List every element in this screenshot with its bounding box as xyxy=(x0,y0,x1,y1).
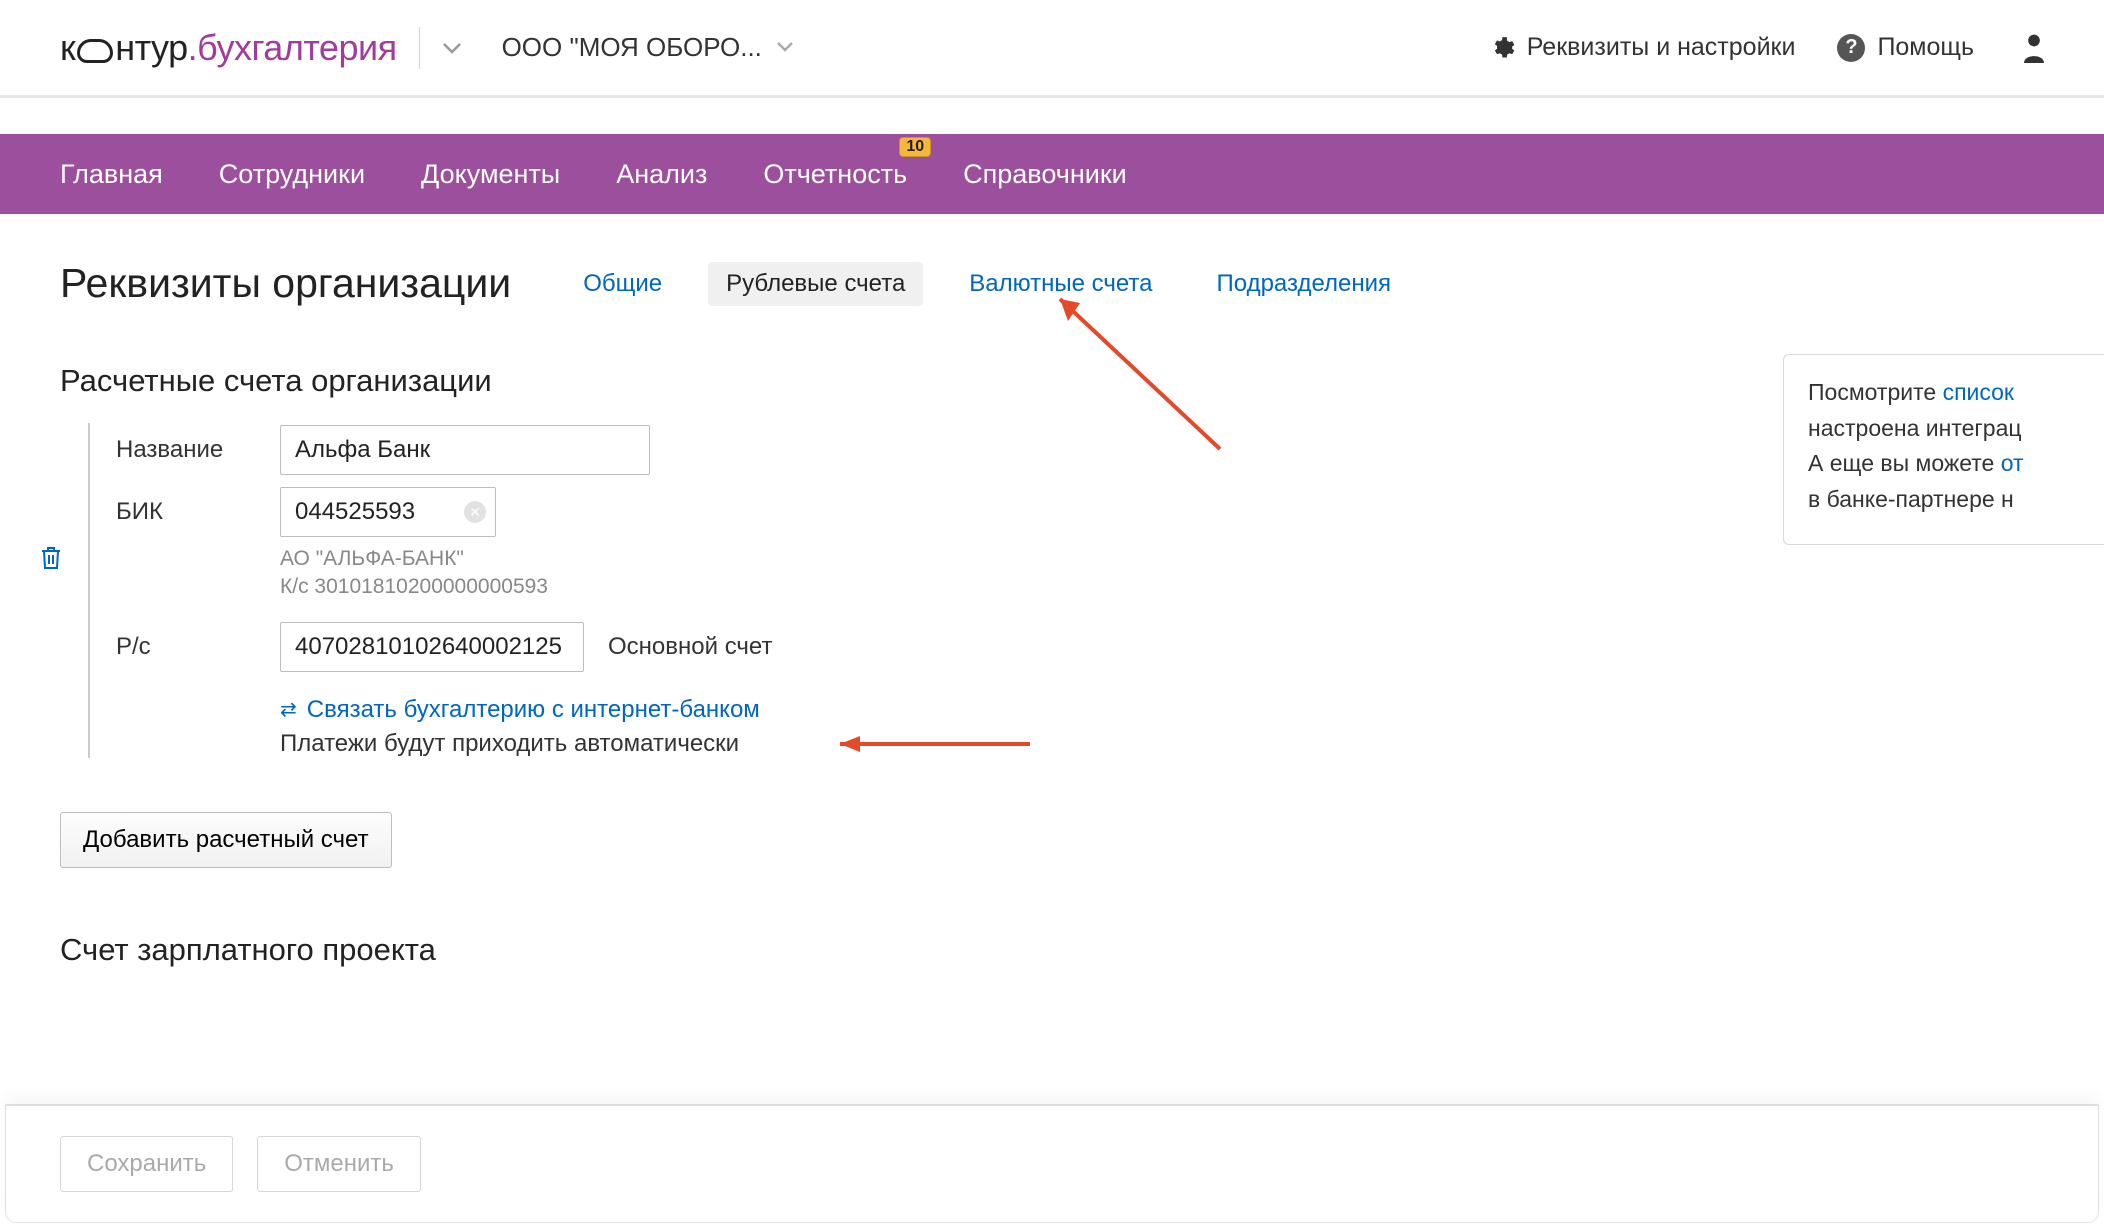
label-name: Название xyxy=(116,436,264,464)
nav-reports[interactable]: Отчетность 10 xyxy=(763,159,907,190)
nav-reports-label: Отчетность xyxy=(763,159,907,189)
info-line1a: Посмотрите xyxy=(1808,379,1943,405)
link-internet-bank[interactable]: ⇄ Связать бухгалтерию с интернет-банком xyxy=(280,696,760,724)
user-menu[interactable] xyxy=(2016,30,2044,66)
save-button[interactable]: Сохранить xyxy=(60,1136,233,1192)
cancel-button[interactable]: Отменить xyxy=(257,1136,421,1192)
cloud-icon xyxy=(77,39,113,63)
company-selector[interactable]: ООО "МОЯ ОБОРО... xyxy=(502,32,794,63)
logo[interactable]: к нтур .бухгалтерия xyxy=(60,27,397,69)
nav-documents[interactable]: Документы xyxy=(421,159,560,190)
info-panel: Посмотрите список настроена интеграц А е… xyxy=(1783,354,2104,545)
info-line3a: А еще вы можете xyxy=(1808,450,2001,476)
section-accounts-title: Расчетные счета организации xyxy=(60,363,2044,399)
nav-employees[interactable]: Сотрудники xyxy=(219,159,365,190)
logo-ntur: нтур xyxy=(115,27,187,69)
swap-icon: ⇄ xyxy=(280,697,297,722)
company-label: ООО "МОЯ ОБОРО... xyxy=(502,32,762,63)
top-header: к нтур .бухгалтерия ООО "МОЯ ОБОРО... Ре… xyxy=(0,0,2104,98)
info-link2[interactable]: от xyxy=(2001,450,2024,476)
clear-bik-icon[interactable]: ✕ xyxy=(464,501,486,523)
bik-corr-account: К/с 30101810200000000593 xyxy=(280,573,2044,601)
page-title: Реквизиты организации xyxy=(60,260,511,307)
bottom-bar: Сохранить Отменить xyxy=(6,1105,2098,1222)
label-bik: БИК xyxy=(116,498,264,526)
nav-reports-badge: 10 xyxy=(899,137,931,157)
bank-name-input[interactable] xyxy=(280,425,650,475)
bik-help-text: АО "АЛЬФА-БАНК" К/с 30101810200000000593 xyxy=(280,545,2044,602)
info-link1[interactable]: список xyxy=(1943,379,2014,405)
info-line4: в банке-партнере н xyxy=(1808,482,2095,518)
logo-letter-k: к xyxy=(60,27,75,69)
delete-account-icon[interactable] xyxy=(40,545,62,574)
salary-project-title: Счет зарплатного проекта xyxy=(60,932,2044,968)
rs-note: Основной счет xyxy=(608,633,772,661)
settings-label: Реквизиты и настройки xyxy=(1527,33,1796,62)
help-icon: ? xyxy=(1837,34,1865,62)
nav-analysis[interactable]: Анализ xyxy=(616,159,707,190)
tab-currency-accounts[interactable]: Валютные счета xyxy=(951,262,1170,306)
link-internet-bank-subtext: Платежи будут приходить автоматически xyxy=(280,730,2044,758)
bik-bank-name: АО "АЛЬФА-БАНК" xyxy=(280,545,2044,573)
logo-separator xyxy=(419,27,420,69)
tab-general[interactable]: Общие xyxy=(565,262,680,306)
main-nav: Главная Сотрудники Документы Анализ Отче… xyxy=(0,134,2104,214)
label-rs: Р/с xyxy=(116,633,264,661)
nav-references[interactable]: Справочники xyxy=(963,159,1127,190)
settings-link[interactable]: Реквизиты и настройки xyxy=(1489,33,1796,62)
tabs: Общие Рублевые счета Валютные счета Подр… xyxy=(565,262,1409,306)
account-block: Название БИК ✕ АО "АЛЬФА-БАНК" К/с 30101… xyxy=(88,423,2044,758)
header-right: Реквизиты и настройки ? Помощь xyxy=(1489,30,2044,66)
logo-accounting: .бухгалтерия xyxy=(188,27,397,69)
product-dropdown[interactable] xyxy=(442,35,462,61)
add-account-button[interactable]: Добавить расчетный счет xyxy=(60,812,392,868)
help-link[interactable]: ? Помощь xyxy=(1837,33,1974,62)
info-line2: настроена интеграц xyxy=(1808,411,2095,447)
tab-rub-accounts[interactable]: Рублевые счета xyxy=(708,262,923,306)
gear-icon xyxy=(1489,35,1515,61)
link-internet-bank-label: Связать бухгалтерию с интернет-банком xyxy=(307,696,760,724)
rs-input[interactable] xyxy=(280,622,584,672)
help-label: Помощь xyxy=(1877,33,1974,62)
nav-main[interactable]: Главная xyxy=(60,159,163,190)
content-area: Реквизиты организации Общие Рублевые сче… xyxy=(0,214,2104,968)
tab-divisions[interactable]: Подразделения xyxy=(1199,262,1410,306)
user-icon xyxy=(2024,30,2044,66)
chevron-down-icon xyxy=(776,36,794,59)
